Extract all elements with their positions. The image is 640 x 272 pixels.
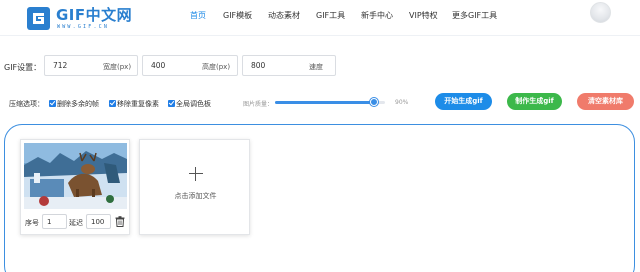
start-generate-gif-button[interactable]: 开始生成gif bbox=[435, 93, 492, 110]
nav-beginner-center[interactable]: 新手中心 bbox=[361, 0, 393, 36]
delay-label: 延迟 bbox=[69, 219, 83, 227]
nav-more-gif-tools[interactable]: 更多GIF工具 bbox=[452, 0, 497, 36]
checkbox-checked-icon bbox=[168, 100, 175, 107]
top-navbar: GIF中文网 WWW.GIF.CN 首页 GIF模板 动态素材 GIF工具 新手… bbox=[0, 0, 640, 36]
make-gif-button[interactable]: 制作生成gif bbox=[507, 93, 562, 110]
logo-text: GIF中文网 bbox=[56, 6, 133, 24]
clear-library-button[interactable]: 清空素材库 bbox=[577, 93, 634, 110]
logo-url: WWW.GIF.CN bbox=[57, 24, 110, 30]
plus-icon bbox=[189, 167, 203, 181]
width-field[interactable]: 712 宽度(px) bbox=[44, 55, 138, 76]
frame-thumbnail-image bbox=[24, 143, 127, 209]
add-file-label: 点击添加文件 bbox=[174, 192, 217, 200]
delay-value: 100 bbox=[91, 218, 105, 226]
trash-icon[interactable] bbox=[115, 216, 125, 227]
nav-home[interactable]: 首页 bbox=[190, 0, 206, 36]
height-field[interactable]: 400 高度(px) bbox=[142, 55, 238, 76]
sequence-label: 序号 bbox=[25, 219, 39, 227]
slider-fill bbox=[275, 101, 374, 104]
image-quality-value: 90% bbox=[395, 99, 409, 106]
checkbox-checked-icon bbox=[109, 100, 116, 107]
image-quality-label: 图片质量： bbox=[243, 101, 274, 108]
width-value: 712 bbox=[53, 61, 68, 70]
compression-options-label: 压缩选项： bbox=[9, 100, 44, 108]
nav-animated-materials[interactable]: 动态素材 bbox=[268, 0, 300, 36]
logo-mark-icon bbox=[27, 7, 50, 30]
add-file-button[interactable]: 点击添加文件 bbox=[139, 139, 250, 235]
sequence-value: 1 bbox=[47, 218, 52, 226]
frame-card: 序号 1 延迟 100 bbox=[20, 139, 130, 235]
checkbox-label: 删除多余的帧 bbox=[57, 100, 99, 108]
height-value: 400 bbox=[151, 61, 166, 70]
image-quality-slider[interactable] bbox=[275, 98, 385, 106]
nav-gif-templates[interactable]: GIF模板 bbox=[223, 0, 252, 36]
speed-value: 800 bbox=[251, 61, 266, 70]
gif-settings-label: GIF设置： bbox=[4, 63, 42, 72]
checkbox-global-palette[interactable]: 全局调色板 bbox=[168, 99, 211, 108]
speed-field[interactable]: 800 速度 bbox=[242, 55, 336, 76]
nav-gif-tools[interactable]: GIF工具 bbox=[316, 0, 345, 36]
checkbox-remove-redundant-frames[interactable]: 删除多余的帧 bbox=[49, 99, 99, 108]
sequence-input[interactable]: 1 bbox=[42, 214, 67, 229]
speed-unit: 速度 bbox=[309, 63, 323, 71]
frame-thumbnail[interactable] bbox=[24, 143, 127, 209]
delay-input[interactable]: 100 bbox=[86, 214, 111, 229]
checkbox-label: 移除重复像素 bbox=[117, 100, 159, 108]
checkbox-checked-icon bbox=[49, 100, 56, 107]
user-avatar[interactable] bbox=[590, 2, 611, 23]
checkbox-label: 全局调色板 bbox=[176, 100, 211, 108]
width-unit: 宽度(px) bbox=[103, 63, 132, 71]
height-unit: 高度(px) bbox=[202, 63, 231, 71]
site-logo[interactable]: GIF中文网 WWW.GIF.CN bbox=[26, 6, 136, 32]
checkbox-remove-duplicate-pixels[interactable]: 移除重复像素 bbox=[109, 99, 159, 108]
slider-handle[interactable] bbox=[370, 98, 378, 106]
nav-vip[interactable]: VIP特权 bbox=[409, 0, 438, 36]
frame-controls: 序号 1 延迟 100 bbox=[21, 214, 131, 230]
